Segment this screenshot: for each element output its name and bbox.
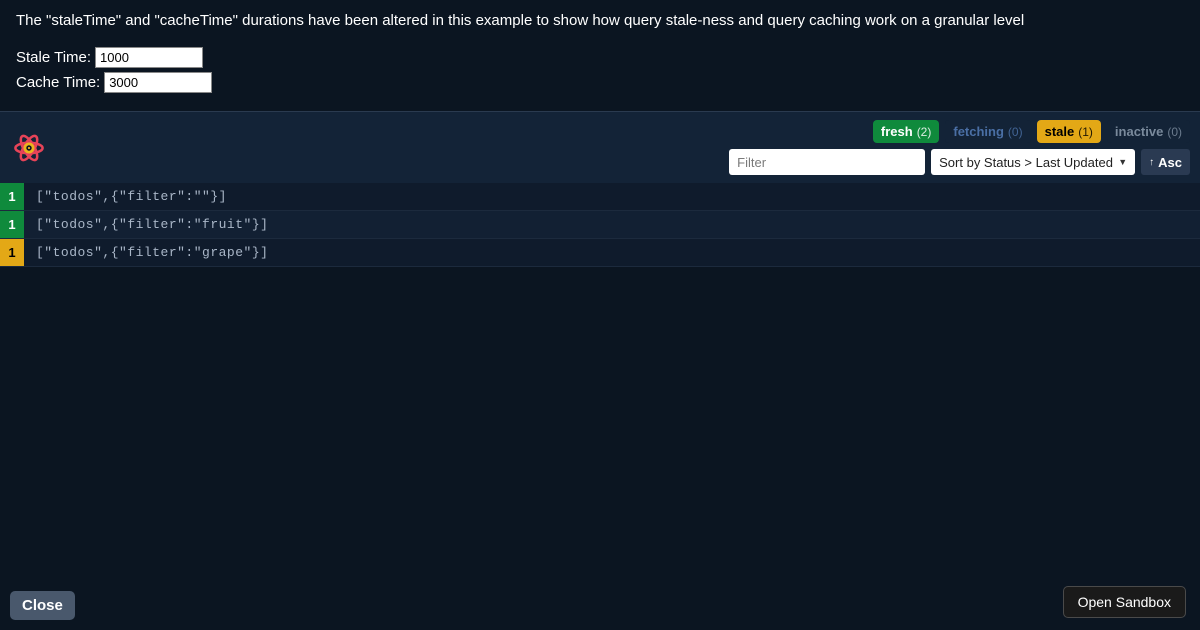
open-sandbox-button[interactable]: Open Sandbox (1063, 586, 1186, 618)
intro-text: The "staleTime" and "cacheTime" duration… (16, 12, 1184, 29)
close-button[interactable]: Close (10, 591, 75, 620)
observer-count-badge: 1 (0, 211, 24, 238)
observer-count-badge: 1 (0, 239, 24, 266)
status-pill-stale[interactable]: stale(1) (1037, 120, 1101, 143)
status-pill-fetching[interactable]: fetching(0) (945, 120, 1030, 143)
sort-direction-button[interactable]: ↑ Asc (1141, 149, 1190, 175)
filter-input[interactable] (729, 149, 925, 175)
query-row[interactable]: 1 ["todos",{"filter":"grape"}] (0, 239, 1200, 267)
status-pill-fresh[interactable]: fresh(2) (873, 120, 939, 143)
observer-count-badge: 1 (0, 183, 24, 210)
stale-time-label: Stale Time: (16, 49, 91, 66)
query-row[interactable]: 1 ["todos",{"filter":""}] (0, 183, 1200, 211)
query-key: ["todos",{"filter":"grape"}] (32, 239, 1200, 266)
cache-time-label: Cache Time: (16, 74, 100, 91)
sort-select[interactable]: Sort by Status > Last Updated (931, 149, 1135, 175)
arrow-up-icon: ↑ (1149, 157, 1154, 168)
query-key: ["todos",{"filter":""}] (32, 183, 1200, 210)
query-key: ["todos",{"filter":"fruit"}] (32, 211, 1200, 238)
react-query-logo-icon (12, 131, 46, 165)
query-row[interactable]: 1 ["todos",{"filter":"fruit"}] (0, 211, 1200, 239)
stale-time-input[interactable] (95, 47, 203, 68)
status-pill-inactive[interactable]: inactive(0) (1107, 120, 1190, 143)
cache-time-input[interactable] (104, 72, 212, 93)
query-list: 1 ["todos",{"filter":""}] 1 ["todos",{"f… (0, 183, 1200, 267)
devtools-panel: fresh(2) fetching(0) stale(1) inactive(0… (0, 111, 1200, 267)
